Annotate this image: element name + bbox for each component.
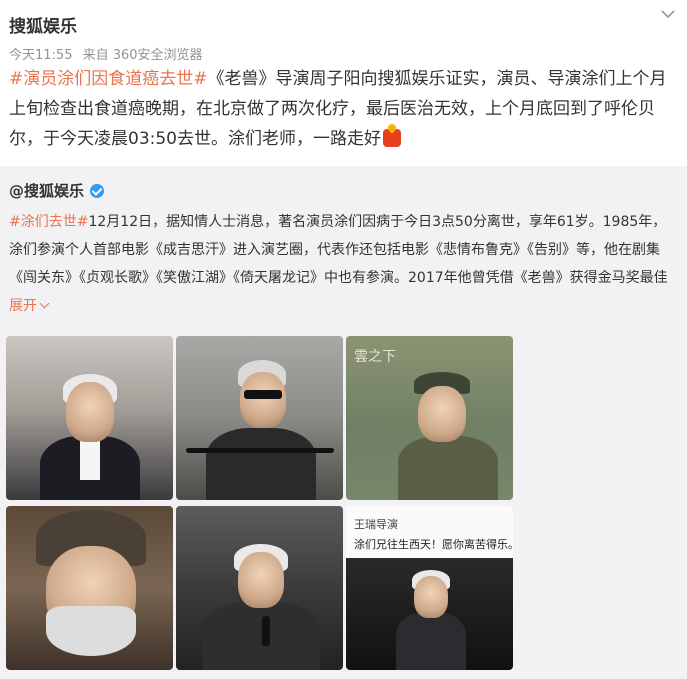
jacket-shape: [202, 602, 320, 670]
expand-label: 展开: [9, 298, 37, 314]
post-time[interactable]: 今天11:55: [9, 48, 72, 63]
screenshot-caption-author: 王瑞导演: [354, 518, 398, 531]
face-shape: [238, 552, 284, 608]
image-grid: 雲之下 王瑞导演 涂们兄往生西天！愿你离苦得乐。: [6, 336, 516, 671]
face-shape: [418, 386, 466, 442]
microphone-shape: [262, 616, 270, 646]
photo-film-still[interactable]: 雲之下: [346, 336, 513, 500]
photo-microphone[interactable]: [176, 506, 343, 670]
expand-button[interactable]: 展开: [9, 298, 50, 314]
chevron-down-icon: [39, 298, 50, 309]
screenshot-photo: [346, 558, 513, 670]
photo-motorbike[interactable]: [176, 336, 343, 500]
photo-weibo-post[interactable]: 王瑞导演 涂们兄往生西天！愿你离苦得乐。: [346, 506, 513, 670]
face-shape: [240, 372, 286, 428]
candle-icon: [383, 129, 401, 147]
post-body: #演员涂们因食道癌去世#《老兽》导演周子阳向搜狐娱乐证实，演员、导演涂们上个月上…: [9, 64, 679, 154]
beard-shape: [46, 606, 136, 656]
post-author[interactable]: 搜狐娱乐: [9, 12, 77, 37]
post-source: 来自 360安全浏览器: [82, 48, 203, 63]
post-meta: 今天11:55 来自 360安全浏览器: [9, 44, 209, 63]
repost-body: #涂们去世#12月12日，据知情人士消息，著名演员涂们因病于今日3点50分离世，…: [9, 208, 679, 320]
repost-author-row: @搜狐娱乐: [9, 180, 105, 201]
jacket-shape: [206, 428, 316, 500]
post-topic-link[interactable]: #演员涂们因食道癌去世#: [9, 69, 208, 89]
suit-shape: [396, 612, 466, 670]
photo-tuxedo[interactable]: [6, 336, 173, 500]
handlebar-shape: [186, 448, 334, 453]
repost-topic-link[interactable]: #涂们去世#: [9, 214, 88, 230]
sunglasses-shape: [244, 390, 282, 399]
screenshot-caption-text: 涂们兄往生西天！愿你离苦得乐。: [354, 538, 513, 551]
repost-card[interactable]: @搜狐娱乐 #涂们去世#12月12日，据知情人士消息，著名演员涂们因病于今日3点…: [0, 166, 687, 679]
verified-icon: [90, 183, 105, 198]
face-shape: [414, 576, 448, 618]
robe-shape: [398, 436, 498, 500]
photo-warrior[interactable]: [6, 506, 173, 670]
chevron-down-icon[interactable]: [659, 8, 677, 22]
post-header: 搜狐娱乐 今天11:55 来自 360安全浏览器: [9, 8, 687, 64]
repost-text: 12月12日，据知情人士消息，著名演员涂们因病于今日3点50分离世，享年61岁。…: [9, 214, 668, 286]
face-shape: [66, 382, 114, 442]
shirt-shape: [80, 440, 100, 480]
repost-author[interactable]: @搜狐娱乐: [9, 180, 84, 201]
film-watermark: 雲之下: [354, 349, 396, 365]
